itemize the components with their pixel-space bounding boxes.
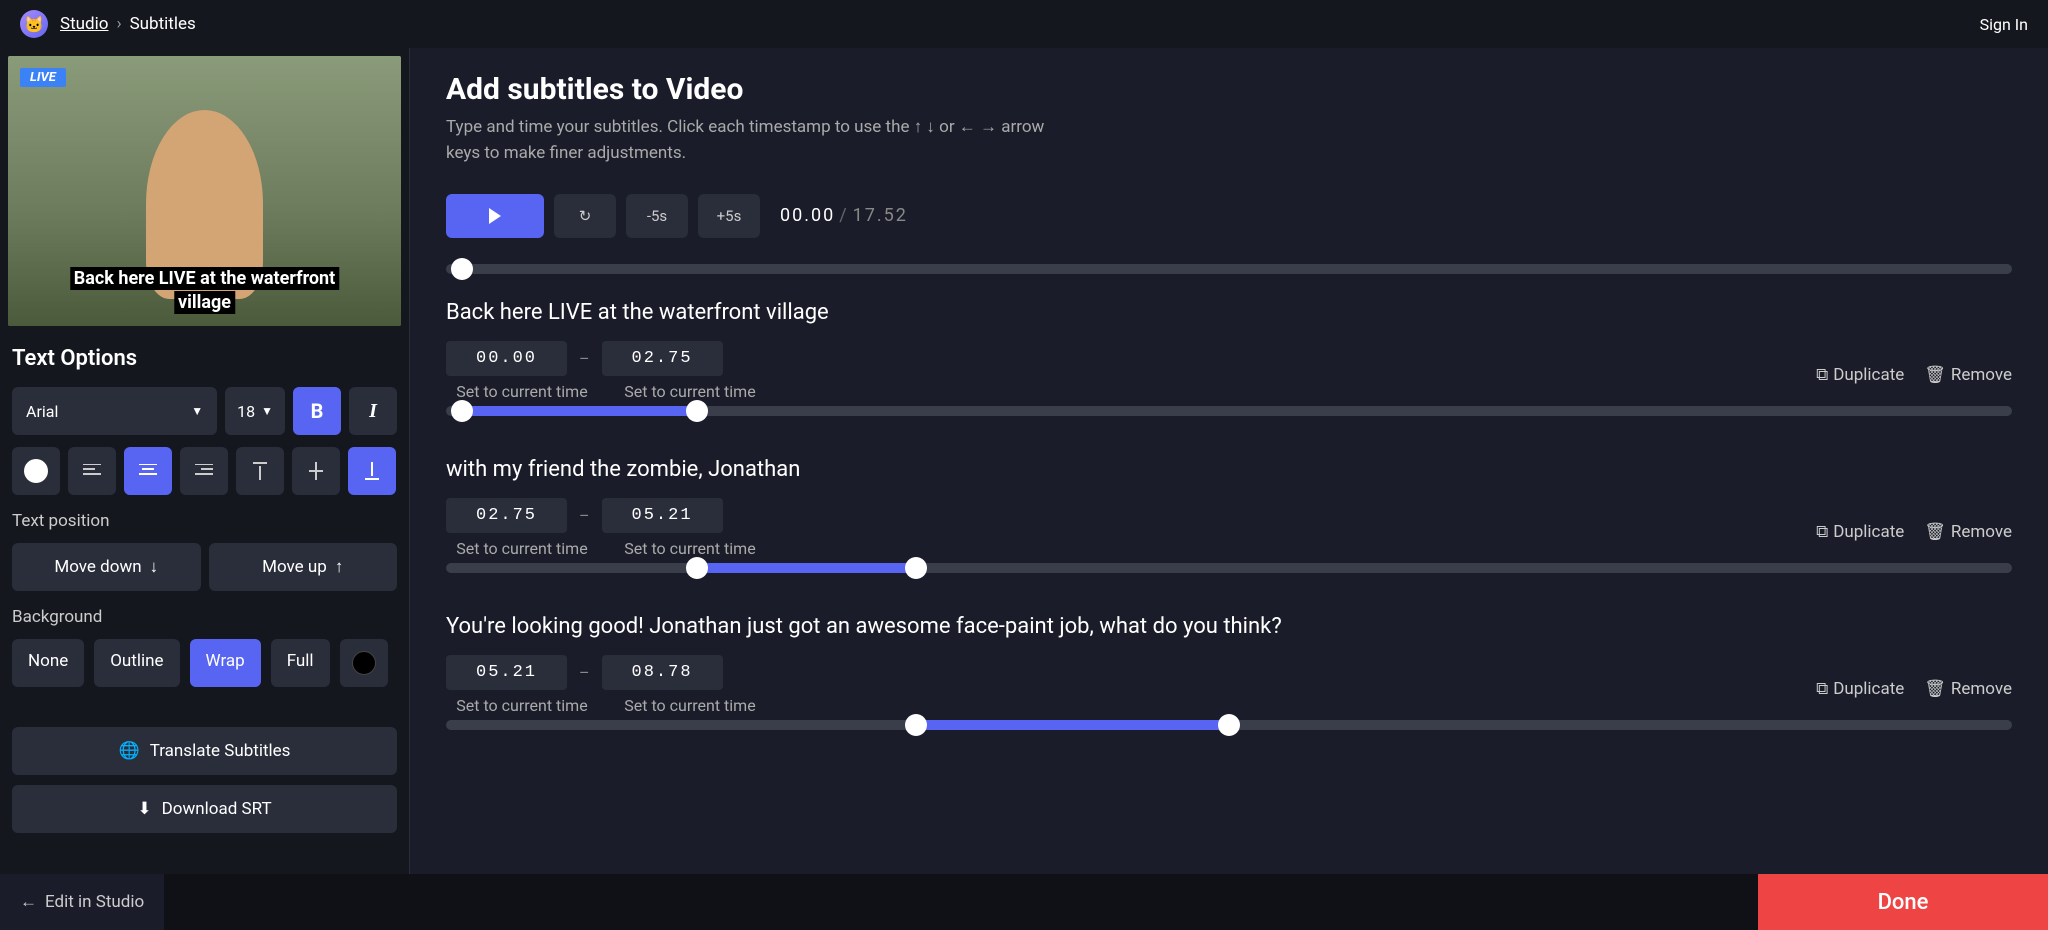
restart-icon: ↻ bbox=[579, 207, 592, 225]
text-options-title: Text Options bbox=[12, 346, 401, 371]
arrow-down-icon: ↓ bbox=[150, 557, 159, 577]
subtitle-text-input[interactable]: with my friend the zombie, Jonathan bbox=[446, 457, 2012, 482]
valign-top-button[interactable] bbox=[236, 447, 284, 495]
set-start-to-current-link[interactable]: Set to current time bbox=[446, 539, 598, 558]
edit-in-studio-link[interactable]: ← Edit in Studio bbox=[0, 874, 164, 930]
duplicate-icon: ⧉ bbox=[1816, 679, 1828, 699]
page-description: Type and time your subtitles. Click each… bbox=[446, 115, 1066, 166]
download-icon: ⬇ bbox=[137, 799, 151, 819]
trash-icon: 🗑 bbox=[1924, 522, 1946, 542]
trash-icon: 🗑 bbox=[1924, 365, 1946, 385]
logo-icon: 🐱 bbox=[20, 10, 48, 38]
download-srt-button[interactable]: ⬇ Download SRT bbox=[12, 785, 397, 833]
bold-button[interactable]: B bbox=[293, 387, 341, 435]
remove-subtitle-link[interactable]: 🗑Remove bbox=[1924, 522, 2012, 542]
align-left-button[interactable] bbox=[68, 447, 116, 495]
bg-color-swatch[interactable] bbox=[340, 639, 388, 687]
content-area: Add subtitles to Video Type and time you… bbox=[410, 48, 2048, 874]
range-start-handle[interactable] bbox=[451, 400, 473, 422]
set-end-to-current-link[interactable]: Set to current time bbox=[614, 696, 766, 715]
subtitle-text-input[interactable]: Back here LIVE at the waterfront village bbox=[446, 300, 2012, 325]
page-title: Add subtitles to Video bbox=[446, 72, 2012, 107]
range-start-handle[interactable] bbox=[686, 557, 708, 579]
sidebar: LIVE Back here LIVE at the waterfrontvil… bbox=[0, 48, 410, 874]
rewind-5s-button[interactable]: -5s bbox=[626, 194, 688, 238]
range-start-handle[interactable] bbox=[905, 714, 927, 736]
subtitle-block: with my friend the zombie, Jonathan 02.7… bbox=[446, 457, 2012, 574]
set-start-to-current-link[interactable]: Set to current time bbox=[446, 696, 598, 715]
bg-full-button[interactable]: Full bbox=[271, 639, 330, 687]
play-icon bbox=[489, 208, 501, 224]
subtitle-start-time-input[interactable]: 00.00 bbox=[446, 341, 567, 376]
range-end-handle[interactable] bbox=[1218, 714, 1240, 736]
range-end-handle[interactable] bbox=[905, 557, 927, 579]
subtitle-start-time-input[interactable]: 02.75 bbox=[446, 498, 567, 533]
translate-icon: 🌐 bbox=[119, 741, 140, 761]
playback-slider[interactable] bbox=[446, 258, 2012, 280]
arrow-left-icon: ← bbox=[20, 892, 37, 912]
breadcrumb-current: Subtitles bbox=[130, 14, 196, 34]
font-size-select[interactable]: 18 ▼ bbox=[225, 387, 285, 435]
subtitles-list: Back here LIVE at the waterfront village… bbox=[410, 300, 2048, 874]
subtitle-range-slider[interactable] bbox=[446, 562, 2012, 574]
playback-slider-handle[interactable] bbox=[451, 258, 473, 280]
subtitle-block: You're looking good! Jonathan just got a… bbox=[446, 614, 2012, 731]
arrow-up-icon: ↑ bbox=[335, 557, 344, 577]
forward-5s-button[interactable]: +5s bbox=[698, 194, 760, 238]
breadcrumb: Studio › Subtitles bbox=[60, 14, 196, 34]
move-up-button[interactable]: Move up↑ bbox=[209, 543, 398, 591]
italic-button[interactable]: I bbox=[349, 387, 397, 435]
footer: ← Edit in Studio Done bbox=[0, 874, 2048, 930]
move-down-button[interactable]: Move down↓ bbox=[12, 543, 201, 591]
breadcrumb-root[interactable]: Studio bbox=[60, 14, 108, 34]
duplicate-icon: ⧉ bbox=[1816, 365, 1828, 385]
time-display: 00.00/17.52 bbox=[780, 205, 908, 227]
subtitle-range-slider[interactable] bbox=[446, 719, 2012, 731]
done-button[interactable]: Done bbox=[1758, 874, 2048, 930]
remove-subtitle-link[interactable]: 🗑Remove bbox=[1924, 679, 2012, 699]
set-end-to-current-link[interactable]: Set to current time bbox=[614, 539, 766, 558]
time-separator: – bbox=[579, 349, 590, 368]
subtitle-end-time-input[interactable]: 05.21 bbox=[602, 498, 723, 533]
restart-button[interactable]: ↻ bbox=[554, 194, 616, 238]
align-center-button[interactable] bbox=[124, 447, 172, 495]
preview-subtitle: Back here LIVE at the waterfrontvillage bbox=[70, 267, 339, 314]
valign-bottom-button[interactable] bbox=[348, 447, 396, 495]
topbar: 🐱 Studio › Subtitles Sign In bbox=[0, 0, 2048, 48]
bg-wrap-button[interactable]: Wrap bbox=[190, 639, 261, 687]
subtitle-start-time-input[interactable]: 05.21 bbox=[446, 655, 567, 690]
range-end-handle[interactable] bbox=[686, 400, 708, 422]
video-preview[interactable]: LIVE Back here LIVE at the waterfrontvil… bbox=[8, 56, 401, 326]
duplicate-subtitle-link[interactable]: ⧉Duplicate bbox=[1816, 679, 1904, 699]
trash-icon: 🗑 bbox=[1924, 679, 1946, 699]
duplicate-subtitle-link[interactable]: ⧉Duplicate bbox=[1816, 522, 1904, 542]
live-badge: LIVE bbox=[20, 68, 66, 87]
chevron-down-icon: ▼ bbox=[191, 404, 203, 418]
set-start-to-current-link[interactable]: Set to current time bbox=[446, 382, 598, 401]
duplicate-icon: ⧉ bbox=[1816, 522, 1828, 542]
subtitle-block: Back here LIVE at the waterfront village… bbox=[446, 300, 2012, 417]
subtitle-text-input[interactable]: You're looking good! Jonathan just got a… bbox=[446, 614, 2012, 639]
sign-in-link[interactable]: Sign In bbox=[1980, 15, 2028, 34]
font-select[interactable]: Arial ▼ bbox=[12, 387, 217, 435]
remove-subtitle-link[interactable]: 🗑Remove bbox=[1924, 365, 2012, 385]
bg-none-button[interactable]: None bbox=[12, 639, 84, 687]
subtitle-range-slider[interactable] bbox=[446, 405, 2012, 417]
play-button[interactable] bbox=[446, 194, 544, 238]
duplicate-subtitle-link[interactable]: ⧉Duplicate bbox=[1816, 365, 1904, 385]
subtitle-end-time-input[interactable]: 02.75 bbox=[602, 341, 723, 376]
background-label: Background bbox=[12, 607, 401, 627]
subtitle-end-time-input[interactable]: 08.78 bbox=[602, 655, 723, 690]
translate-subtitles-button[interactable]: 🌐 Translate Subtitles bbox=[12, 727, 397, 775]
text-color-swatch[interactable] bbox=[12, 447, 60, 495]
chevron-down-icon: ▼ bbox=[261, 404, 273, 418]
time-separator: – bbox=[579, 663, 590, 682]
text-position-label: Text position bbox=[12, 511, 401, 531]
breadcrumb-separator: › bbox=[116, 14, 121, 34]
bg-outline-button[interactable]: Outline bbox=[94, 639, 179, 687]
align-right-button[interactable] bbox=[180, 447, 228, 495]
valign-middle-button[interactable] bbox=[292, 447, 340, 495]
set-end-to-current-link[interactable]: Set to current time bbox=[614, 382, 766, 401]
time-separator: – bbox=[579, 506, 590, 525]
